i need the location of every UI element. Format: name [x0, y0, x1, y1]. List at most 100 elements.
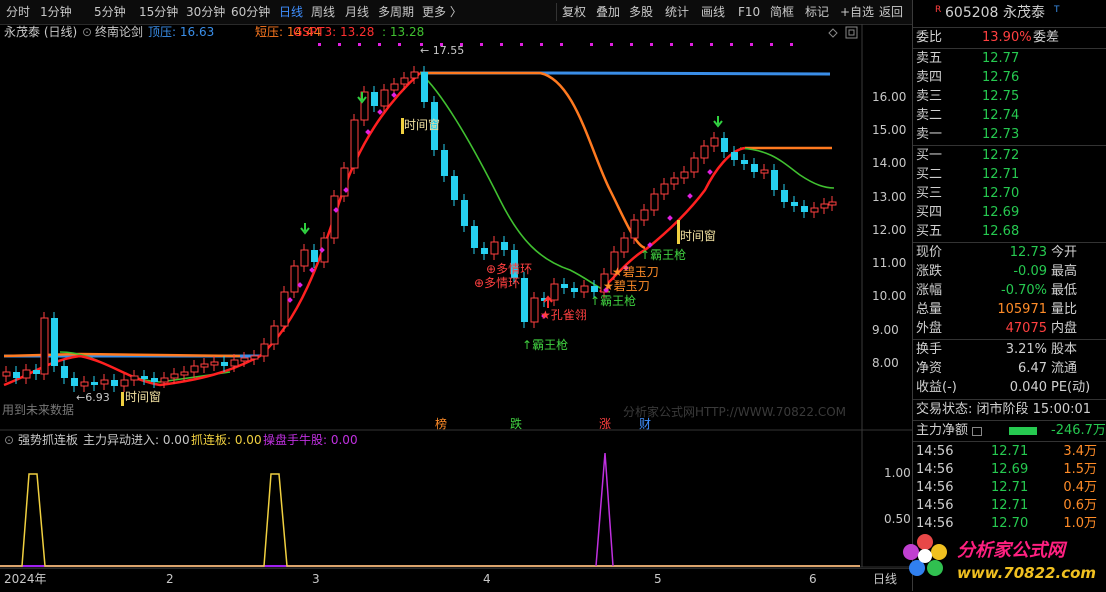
- more-menu[interactable]: 更多 〉: [422, 4, 462, 20]
- stat-label2: 最高: [1051, 264, 1078, 279]
- candle-body: [380, 89, 389, 107]
- add-watchlist-button[interactable]: +自选: [840, 4, 874, 20]
- candle-body: [660, 183, 669, 195]
- tick-volume: 0.4万: [1063, 480, 1097, 495]
- candle-body: [61, 366, 68, 378]
- tag-zhang: 涨: [599, 417, 612, 431]
- time-window-label: 时间窗: [125, 390, 162, 404]
- stock-header: R 605208 永茂泰 T: [913, 4, 1106, 22]
- signal-duoqing: ⊕多情环: [474, 276, 521, 290]
- tab-monthly[interactable]: 月线: [345, 4, 369, 20]
- candle-body: [521, 278, 528, 322]
- f10-button[interactable]: F10: [738, 4, 760, 20]
- stat-label: 涨幅: [916, 283, 943, 298]
- stock-name: 永茂泰: [1003, 5, 1045, 21]
- stat-label: 总量: [916, 302, 943, 317]
- tab-multi-period[interactable]: 多周期: [378, 4, 414, 20]
- candle-body: [221, 362, 228, 366]
- candle-body: [91, 382, 98, 385]
- indicator-name[interactable]: 终南论剑: [95, 25, 143, 39]
- kline-chart-area[interactable]: 16.00 15.00 14.00 13.00 12.00 11.00 10.0…: [0, 24, 912, 569]
- ask-label: 卖五: [916, 51, 943, 66]
- bid-label: 买二: [916, 167, 943, 182]
- candle-body: [33, 370, 40, 374]
- weibi-value: 13.90%: [982, 30, 1032, 45]
- list-icon[interactable]: [972, 427, 982, 436]
- tick-row: 14:56 12.69 1.5万: [913, 461, 1106, 479]
- ask-row[interactable]: 卖三 12.75: [913, 88, 1106, 106]
- ask-price: 12.74: [982, 108, 1020, 123]
- candle-body: [200, 363, 209, 368]
- multi-stock-button[interactable]: 多股: [629, 4, 653, 20]
- y-tick: 10.00: [872, 289, 906, 303]
- ask-price: 12.76: [982, 70, 1020, 85]
- mark-button[interactable]: 标记: [805, 4, 829, 20]
- tab-daily[interactable]: 日线: [279, 4, 303, 20]
- green-down-arrow-icon: [713, 116, 723, 128]
- ask-price: 12.75: [982, 89, 1020, 104]
- sub-legend-toggle-icon[interactable]: ⊙: [4, 433, 14, 447]
- toolbar-divider: [556, 3, 557, 21]
- candle-body: [130, 375, 139, 381]
- ask-row[interactable]: 卖二 12.74: [913, 107, 1106, 125]
- time-window-marker: [121, 392, 124, 406]
- legend-toggle-icon[interactable]: ⊙: [82, 25, 92, 39]
- candle-body: [760, 169, 769, 174]
- adjust-button[interactable]: 复权: [562, 4, 586, 20]
- candle-body: [180, 371, 189, 376]
- candle-body: [22, 369, 31, 379]
- window-toggle-icon[interactable]: [845, 26, 858, 39]
- candle-body: [330, 195, 339, 239]
- tab-60min[interactable]: 60分钟: [231, 4, 270, 20]
- tab-fenshi[interactable]: 分时: [6, 4, 30, 20]
- logo-text: 分析家公式网: [957, 540, 1065, 561]
- stats-button[interactable]: 统计: [665, 4, 689, 20]
- signal-dot: [520, 43, 523, 46]
- bid-row[interactable]: 买二 12.71: [913, 166, 1106, 184]
- tag-cai: 财: [639, 417, 652, 431]
- x-label: 5: [654, 572, 662, 586]
- bid-row[interactable]: 买一 12.72: [913, 147, 1106, 165]
- finance-label2: 流通: [1051, 361, 1078, 376]
- candle-body: [550, 283, 559, 301]
- tick-volume: 1.5万: [1063, 462, 1097, 477]
- finance-row: 净资 6.47 流通: [913, 360, 1106, 378]
- settings-diamond-icon[interactable]: [828, 28, 838, 38]
- ask-row[interactable]: 卖一 12.73: [913, 126, 1106, 144]
- stat-row: 外盘 47075 内盘: [913, 320, 1106, 338]
- ask-row[interactable]: 卖四 12.76: [913, 69, 1106, 87]
- candle-body: [530, 297, 539, 323]
- candle-body: [471, 226, 478, 248]
- x-axis: 2024年 2 3 4 5 6 日线: [0, 568, 912, 592]
- draw-line-button[interactable]: 画线: [701, 4, 725, 20]
- ask-price: 12.73: [982, 127, 1020, 142]
- tab-weekly[interactable]: 周线: [311, 4, 335, 20]
- bid-row[interactable]: 买五 12.68: [913, 223, 1106, 241]
- tab-5min[interactable]: 5分钟: [94, 4, 126, 20]
- bid-row[interactable]: 买三 12.70: [913, 185, 1106, 203]
- low-price-label: ←6.93: [76, 391, 110, 404]
- candle-body: [571, 288, 578, 292]
- tick-price: 12.71: [991, 480, 1029, 495]
- y-tick: 13.00: [872, 190, 906, 204]
- candle-body: [410, 71, 419, 79]
- bid-row[interactable]: 买四 12.69: [913, 204, 1106, 222]
- tab-30min[interactable]: 30分钟: [186, 4, 225, 20]
- ask-row[interactable]: 卖五 12.77: [913, 50, 1106, 68]
- y-tick: 9.00: [872, 323, 899, 337]
- overlay-button[interactable]: 叠加: [596, 4, 620, 20]
- signal-dot: [770, 43, 773, 46]
- stat-row: 涨跌 -0.09 最高: [913, 263, 1106, 281]
- tick-volume: 3.4万: [1063, 444, 1097, 459]
- quote-panel: R 605208 永茂泰 T 委比 13.90% 委差 卖五 12.77 卖四 …: [903, 0, 1106, 591]
- x-period-label[interactable]: 日线: [873, 572, 897, 586]
- tab-1min[interactable]: 1分钟: [40, 4, 72, 20]
- back-button[interactable]: 返回: [879, 4, 903, 20]
- tab-15min[interactable]: 15分钟: [139, 4, 178, 20]
- simple-frame-button[interactable]: 简框: [770, 4, 794, 20]
- sub-indicator-name[interactable]: 强势抓连板: [18, 433, 78, 447]
- finance-label: 换手: [916, 342, 943, 357]
- signal-dot: [707, 169, 713, 175]
- stat-value: -0.09: [1013, 264, 1047, 279]
- candle-body: [270, 325, 279, 345]
